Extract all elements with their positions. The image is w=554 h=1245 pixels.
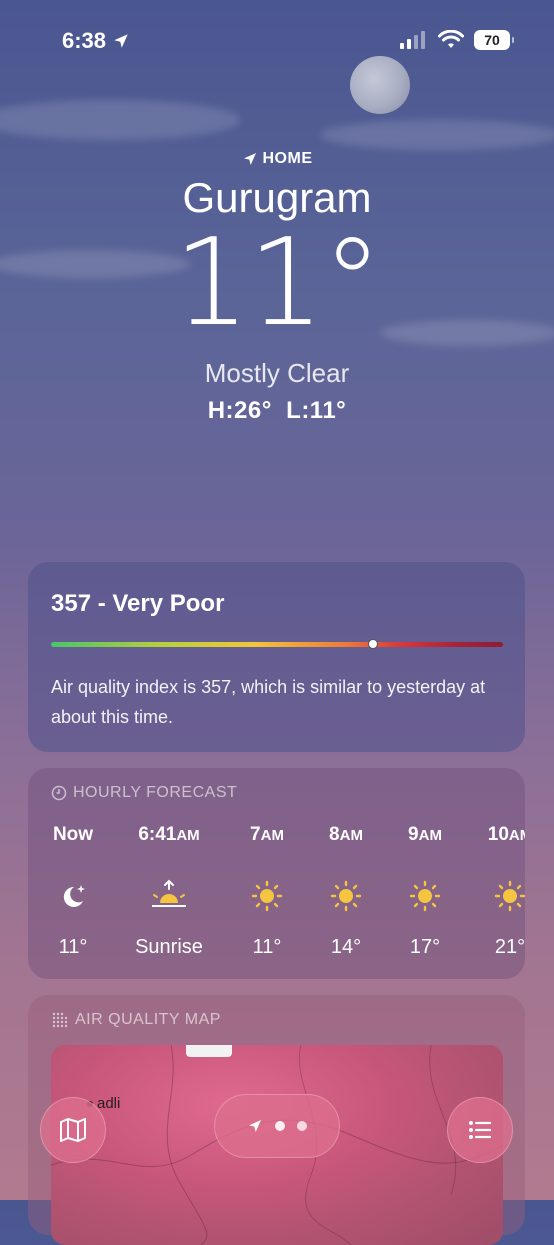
current-temperature: 11° [173,214,383,353]
air-quality-indicator [367,639,378,649]
hour-time: 10 [487,824,509,845]
hour-item: 6:41AM Sunrise [124,824,214,959]
map-button[interactable] [40,1097,106,1163]
air-quality-map-label-text: AIR QUALITY MAP [75,1011,221,1028]
status-time: 6:38 [62,28,130,54]
map-icon [60,1118,86,1142]
sun-icon [494,880,525,912]
wifi-icon [438,30,464,48]
hour-time: 6:41 [138,824,177,845]
sun-icon [251,880,283,912]
hour-time: 9 [408,824,419,845]
air-quality-grid-icon [52,1012,68,1028]
status-bar: 6:38 70 [0,0,554,84]
hour-time: 8 [329,824,340,845]
high-low: H:26° L:11° [207,397,347,424]
hour-temp: 11° [58,936,88,958]
air-quality-title: 357 - Very Poor [51,590,225,617]
weather-header: HOME Gurugram 11° Mostly Clear H:26° L:1… [0,150,554,425]
page-dot[interactable] [297,1121,307,1131]
map-place-label: adli [97,1095,121,1112]
hourly-forecast-card[interactable]: HOURLY FORECAST Now 11° 6:41AM Sunrise 7… [28,768,525,979]
page-dot[interactable] [275,1121,285,1131]
weather-condition: Mostly Clear [204,358,350,388]
sun-icon [409,880,441,912]
hourly-forecast-row[interactable]: Now 11° 6:41AM Sunrise 7AM 11° 8AM 14° 9… [28,824,525,974]
sky-cloud [0,100,240,140]
air-quality-description: Air quality index is 357, which is simil… [51,677,486,727]
hourly-forecast-label-text: HOURLY FORECAST [73,784,238,801]
battery-icon: 70 [474,30,514,50]
location-arrow-icon [114,34,128,48]
hour-temp: 21° [494,936,525,958]
hour-suffix: AM [176,827,200,844]
location-arrow-icon[interactable] [247,1118,263,1134]
hour-item: 9AM 17° [380,824,470,959]
battery-level: 70 [484,32,500,48]
air-quality-map-label: AIR QUALITY MAP [51,1011,221,1029]
sun-icon [330,880,362,912]
hour-temp: Sunrise [135,936,203,958]
hour-item: Now 11° [28,824,118,959]
moon-stars-icon [63,885,85,907]
page-indicator[interactable] [214,1094,340,1158]
hour-time: Now [52,824,94,845]
hour-suffix: AM [260,827,284,844]
hour-temp: 11° [252,936,282,958]
hourly-forecast-label: HOURLY FORECAST [51,784,237,802]
status-indicators: 70 [400,30,514,50]
hour-suffix: AM [339,827,363,844]
hour-item: 8AM 14° [301,824,391,959]
signal-icon [400,31,425,49]
hour-time: 7 [250,824,261,845]
hour-temp: 17° [409,936,441,958]
sky-cloud [320,120,554,150]
hour-suffix: AM [508,827,525,844]
status-time-text: 6:38 [62,28,107,53]
air-quality-card[interactable]: 357 - Very Poor Air quality index is 357… [28,562,525,752]
list-button[interactable] [447,1097,513,1163]
location-arrow-icon [243,153,256,165]
location-label-text: HOME [262,150,313,167]
location-label: HOME [0,150,554,168]
hour-item: 7AM 11° [222,824,312,959]
map-label-tag [186,1045,232,1057]
list-icon [469,1121,492,1139]
air-quality-bar [51,639,503,649]
sunrise-icon [152,879,186,907]
hour-item: 10AM 21° [465,824,525,959]
clock-icon [51,785,67,801]
hour-suffix: AM [418,827,442,844]
moon-icon [350,56,410,114]
hour-temp: 14° [330,936,362,958]
